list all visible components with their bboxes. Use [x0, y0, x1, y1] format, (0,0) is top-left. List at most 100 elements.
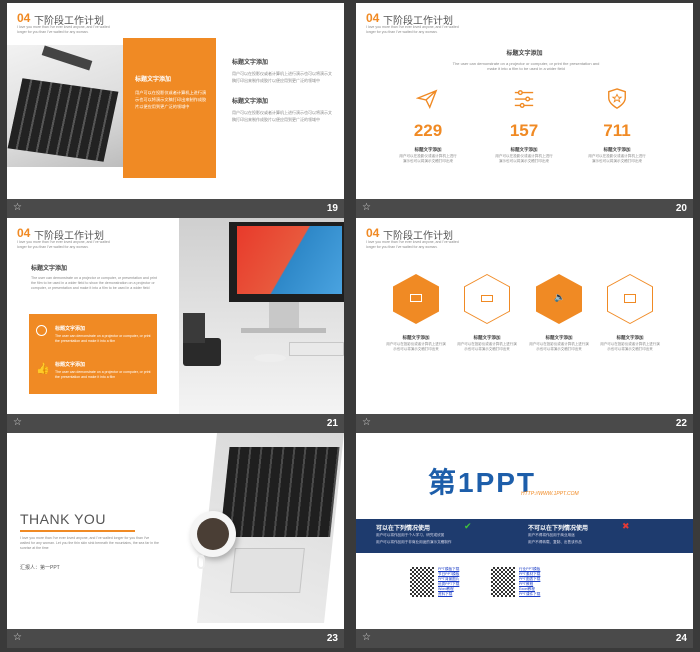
slide-number: 23 — [326, 633, 338, 644]
can-title: 可以在下列情况使用 — [376, 526, 431, 532]
thank-you-subtitle: I love you more than I've ever loved any… — [20, 536, 159, 550]
slide-number: 19 — [326, 203, 338, 214]
thank-you-title: THANK YOU — [20, 511, 106, 527]
slide-23[interactable]: THANK YOU I love you more than I've ever… — [7, 433, 344, 629]
header-number: 04 — [366, 226, 380, 240]
box-text: 用户可以在投影仪或者计算机上进行演示也可以将演示文稿打印出来制作成胶片以便应用到… — [135, 90, 207, 109]
sliders-icon — [514, 90, 534, 108]
item-label-4: 标题文字添加 — [616, 335, 644, 340]
cannot-title: 不可以在下列情况使用 — [528, 526, 589, 532]
star-icon[interactable]: ☆ — [13, 417, 22, 428]
stat-text-2: 用户可以在投影仪或者计算机上进行演示也可以将演示文稿打印出来 — [495, 154, 553, 164]
header-number: 04 — [366, 11, 380, 25]
tv-icon — [410, 294, 422, 302]
clock-icon — [36, 325, 47, 336]
battery-icon — [481, 295, 493, 302]
screen-icon — [624, 294, 636, 303]
can-item-1: 用户可以将作品用于个人学习、研究或欣赏 — [376, 533, 445, 537]
section-title-1: 标题文字添加 — [232, 60, 269, 66]
star-icon[interactable]: ☆ — [362, 632, 371, 643]
cross-icon: ✖ — [622, 521, 630, 531]
stat-text-3: 用户可以在投影仪或者计算机上进行演示也可以将演示文稿打印出来 — [588, 154, 646, 164]
coffee-cup — [190, 511, 236, 557]
shield-star-icon — [608, 88, 626, 109]
slide-20[interactable]: 04 下阶段工作计划 I love you more than I've eve… — [356, 3, 693, 199]
stat-value-1: 229 — [413, 121, 443, 140]
item1-title: 标题文字添加 — [55, 326, 86, 332]
item2-title: 标题文字添加 — [55, 362, 86, 368]
thumb-bar-23[interactable]: ☆ 23 — [7, 629, 344, 648]
header-number: 04 — [17, 226, 31, 240]
slide-21[interactable]: 04 下阶段工作计划 I love you more than I've eve… — [7, 218, 344, 414]
speaker-icon: 🔈 — [554, 292, 566, 302]
stat-label-1: 标题文字添加 — [414, 147, 442, 152]
logo-text: 第1PPT — [428, 461, 536, 501]
link[interactable]: PPT课件下载 — [519, 592, 579, 597]
qr-code-right — [491, 567, 515, 597]
cup-handle — [197, 555, 205, 569]
desk-photo — [179, 218, 344, 414]
header-number: 04 — [17, 11, 31, 25]
section-title-2: 标题文字添加 — [232, 99, 269, 105]
links-left: PPT模板下载 节日PPT模板 PPT背景图片 优秀PPT下载 Word教程 资… — [438, 567, 498, 597]
thumb-bar-20[interactable]: ☆ 20 — [356, 199, 693, 218]
item-label-3: 标题文字添加 — [545, 335, 573, 340]
slide-number: 22 — [675, 418, 687, 429]
box-title: 标题文字添加 — [135, 77, 172, 83]
usage-banner: 可以在下列情况使用 ✔ 用户可以将作品用于个人学习、研究或欣赏 用户可以将作品用… — [356, 519, 693, 553]
cannot-item-2: 用户不得转载、复制、出售该作品 — [528, 540, 582, 544]
slide-19[interactable]: 04 下阶段工作计划 I love you more than I've eve… — [7, 3, 344, 199]
check-icon: ✔ — [464, 521, 472, 531]
slide-title: 标题文字添加 — [506, 51, 543, 57]
keyboard-photo — [7, 45, 123, 167]
paper-plane-icon — [416, 89, 438, 109]
header-subtitle: I love you more than I've ever loved any… — [366, 25, 459, 34]
orange-text-box: 标题文字添加 用户可以在投影仪或者计算机上进行演示也可以将演示文稿打印出来制作成… — [123, 38, 216, 178]
link[interactable]: 资料下载 — [438, 592, 498, 597]
slide-description: The user can demonstrate on a projector … — [452, 61, 600, 72]
stat-text-1: 用户可以在投影仪或者计算机上进行演示也可以将演示文稿打印出来 — [399, 154, 457, 164]
item-text-1: 用户可以在投影仪或者计算机上进行演示也可以将演示文稿打印出来 — [386, 342, 446, 352]
stat-label-3: 标题文字添加 — [603, 147, 631, 152]
item-text-2: 用户可以在投影仪或者计算机上进行演示也可以将演示文稿打印出来 — [457, 342, 517, 352]
title-underline — [20, 530, 135, 532]
logo-main: 第1PPT — [428, 467, 537, 498]
slide-22[interactable]: 04 下阶段工作计划 I love you more than I've eve… — [356, 218, 693, 414]
slide-number: 24 — [675, 633, 687, 644]
item-text-4: 用户可以在投影仪或者计算机上进行演示也可以将演示文稿打印出来 — [600, 342, 660, 352]
slide-number: 20 — [675, 203, 687, 214]
header-subtitle: I love you more than I've ever loved any… — [17, 240, 110, 249]
star-icon[interactable]: ☆ — [362, 202, 371, 213]
cannot-item-1: 用户不得将作品用于商业用途 — [528, 533, 575, 537]
slide-number: 21 — [326, 418, 338, 429]
star-icon[interactable]: ☆ — [13, 202, 22, 213]
slide-title: 标题文字添加 — [31, 266, 68, 272]
thumb-bar-22[interactable]: ☆ 22 — [356, 414, 693, 433]
item-text-3: 用户可以在投影仪或者计算机上进行演示也可以将演示文稿打印出来 — [529, 342, 589, 352]
logo-url: HTTP://WWW.1PPT.COM — [521, 491, 579, 497]
reporter: 汇报人：第一PPT — [20, 565, 60, 571]
stat-value-3: 711 — [603, 121, 631, 140]
qr-code-left — [410, 567, 434, 597]
item2-text: The user can demonstrate on a projector … — [55, 370, 151, 379]
thumb-bar-21[interactable]: ☆ 21 — [7, 414, 344, 433]
star-icon[interactable]: ☆ — [13, 632, 22, 643]
header-subtitle: I love you more than I've ever loved any… — [366, 240, 459, 249]
star-icon[interactable]: ☆ — [362, 417, 371, 428]
slide-24[interactable]: 第1PPT HTTP://WWW.1PPT.COM 可以在下列情况使用 ✔ 用户… — [356, 433, 693, 629]
thumb-bar-19[interactable]: ☆ 19 — [7, 199, 344, 218]
stat-label-2: 标题文字添加 — [510, 147, 538, 152]
section-text-2: 用户可以在投影仪或者计算机上进行演示也可以将演示文稿打印出来制作成胶片以便应用到… — [232, 110, 332, 122]
slide-description: The user can demonstrate on a projector … — [31, 276, 157, 291]
item1-text: The user can demonstrate on a projector … — [55, 334, 151, 343]
item-label-1: 标题文字添加 — [402, 335, 430, 340]
can-item-2: 用户可以将作品用于非商业用途的演示文稿制作 — [376, 540, 452, 544]
stat-value-2: 157 — [509, 121, 539, 140]
orange-item-panel: 标题文字添加 The user can demonstrate on a pro… — [29, 314, 157, 394]
thumb-bar-24[interactable]: ☆ 24 — [356, 629, 693, 648]
section-text-1: 用户可以在投影仪或者计算机上进行演示也可以将演示文稿打印出来制作成胶片以便应用到… — [232, 71, 332, 83]
item-label-2: 标题文字添加 — [473, 335, 501, 340]
thumbs-up-icon: 👍 — [36, 363, 50, 375]
links-right: 行业PPT模板 PPT素材下载 PPT图表下载 PPT教程 Excel教程 PP… — [519, 567, 579, 597]
header-subtitle: I love you more than I've ever loved any… — [17, 25, 110, 34]
